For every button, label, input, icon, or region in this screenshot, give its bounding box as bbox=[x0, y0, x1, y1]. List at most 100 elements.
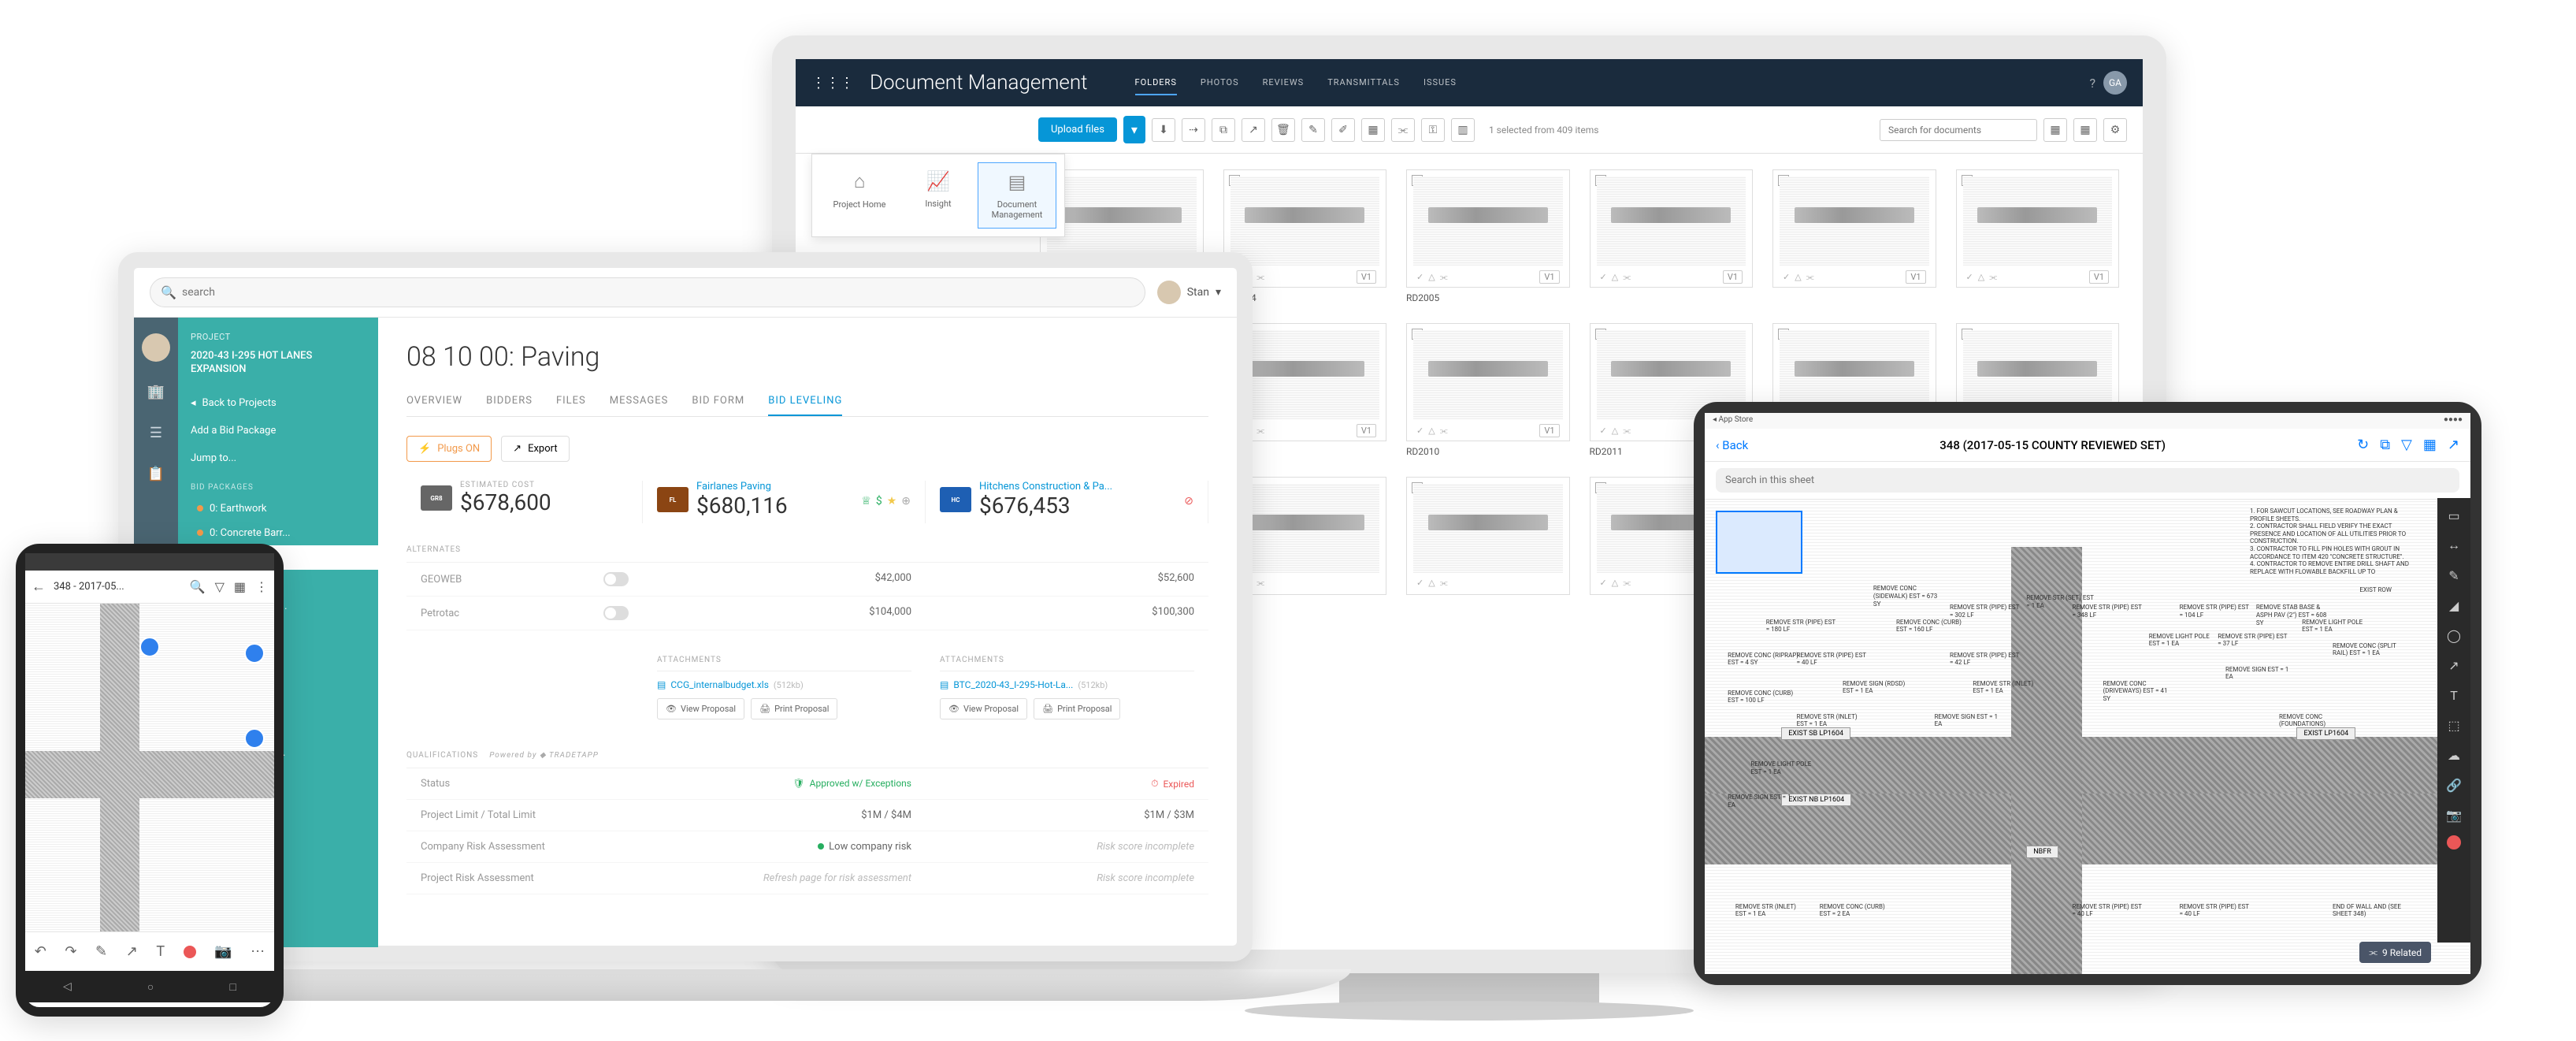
tablet-search-input[interactable] bbox=[1716, 468, 2459, 493]
delete-icon[interactable]: 🗑 bbox=[1271, 118, 1295, 142]
text-icon[interactable]: T bbox=[156, 943, 165, 960]
calendar-icon[interactable]: ▦ bbox=[2043, 118, 2067, 142]
grid-view-icon[interactable]: ▦ bbox=[2073, 118, 2097, 142]
search-icon[interactable]: 🔍 bbox=[190, 579, 206, 594]
document-card[interactable]: ✓△⫘V1RD2010 bbox=[1406, 323, 1570, 457]
select-tool-icon[interactable]: ▭ bbox=[2444, 506, 2463, 525]
text-tool-icon[interactable]: T bbox=[2444, 686, 2463, 705]
settings-icon[interactable]: ⚙ bbox=[2103, 118, 2127, 142]
grid-icon[interactable]: ▦ bbox=[2423, 437, 2437, 453]
layers-icon[interactable]: ▦ bbox=[234, 579, 246, 594]
document-card[interactable]: ✓△⫘V1 bbox=[1590, 169, 1754, 303]
reject-icon[interactable]: ⊘ bbox=[1184, 495, 1193, 507]
bid-package-item[interactable]: 0: Earthwork bbox=[178, 496, 378, 521]
user-avatar[interactable]: GA bbox=[2103, 71, 2127, 95]
bid-search-input[interactable] bbox=[150, 277, 1145, 307]
issue-marker-2[interactable] bbox=[244, 643, 265, 664]
tablet-drawing-canvas[interactable]: 1. FOR SAWCUT LOCATIONS, SEE ROADWAY PLA… bbox=[1705, 500, 2470, 974]
pen-tool-icon[interactable]: ✎ bbox=[2444, 566, 2463, 585]
more-icon[interactable]: ⋮ bbox=[255, 579, 268, 594]
nav-doc-mgmt[interactable]: ▤Document Management bbox=[978, 162, 1056, 229]
measure-tool-icon[interactable]: ↔ bbox=[2444, 536, 2463, 555]
attachment-link-a[interactable]: ▤CCG_internalbudget.xls(512kb) bbox=[657, 679, 911, 690]
dm-tab-transmittals[interactable]: TRANSMITTALS bbox=[1327, 71, 1400, 95]
view-proposal-b[interactable]: 👁View Proposal bbox=[940, 698, 1027, 719]
nav-project-home[interactable]: ⌂Project Home bbox=[820, 162, 899, 229]
layers-icon[interactable]: ⧉ bbox=[2380, 437, 2390, 453]
edit-icon[interactable]: ✎ bbox=[1301, 118, 1325, 142]
cloud-tool-icon[interactable]: ☁ bbox=[2444, 745, 2463, 764]
issue-marker-1[interactable] bbox=[139, 637, 160, 657]
star-icon[interactable]: ★ bbox=[887, 495, 897, 507]
clipboard-icon[interactable]: 📋 bbox=[145, 463, 167, 485]
more-tools-icon[interactable]: ⋯ bbox=[251, 943, 265, 960]
award-icon[interactable]: ♕ bbox=[861, 495, 871, 507]
document-card[interactable]: ✓△⫘V1 bbox=[1956, 169, 2120, 303]
share-icon[interactable]: ↗ bbox=[1242, 118, 1265, 142]
arrow-icon[interactable]: ↗ bbox=[126, 943, 138, 960]
dm-tab-reviews[interactable]: REVIEWS bbox=[1263, 71, 1305, 95]
copy-icon[interactable]: ⧉ bbox=[1212, 118, 1235, 142]
rename-icon[interactable]: ✐ bbox=[1331, 118, 1355, 142]
record-icon[interactable] bbox=[184, 946, 196, 958]
bid-tab-files[interactable]: FILES bbox=[556, 387, 586, 416]
nav-recent[interactable]: □ bbox=[229, 980, 236, 994]
link-tool-icon[interactable]: 🔗 bbox=[2444, 775, 2463, 794]
move-icon[interactable]: ⇢ bbox=[1182, 118, 1205, 142]
plugs-button[interactable]: ⚡Plugs ON bbox=[406, 436, 492, 462]
redo-icon[interactable]: ↷ bbox=[65, 943, 76, 960]
alt-toggle[interactable] bbox=[603, 606, 629, 620]
set-icon[interactable]: ▦ bbox=[1361, 118, 1385, 142]
accept-icon[interactable]: ⊕ bbox=[901, 495, 911, 507]
bid-tab-overview[interactable]: OVERVIEW bbox=[406, 387, 462, 416]
dm-tab-photos[interactable]: PHOTOS bbox=[1201, 71, 1239, 95]
filter-icon[interactable]: ▽ bbox=[215, 579, 225, 594]
phone-back-button[interactable]: ← bbox=[32, 578, 46, 595]
document-card[interactable]: ✓△⫘V1 bbox=[1772, 169, 1936, 303]
share-icon[interactable]: ↗ bbox=[2448, 437, 2459, 453]
minimap-thumbnail[interactable] bbox=[1716, 511, 1802, 574]
dm-tab-issues[interactable]: ISSUES bbox=[1423, 71, 1457, 95]
apps-grid-icon[interactable]: ⋮⋮⋮ bbox=[811, 75, 854, 91]
vendor-b-name[interactable]: Hitchens Construction & Pa... bbox=[979, 481, 1176, 493]
lock-icon[interactable]: ⚿ bbox=[1421, 118, 1445, 142]
dm-tab-folders[interactable]: FOLDERS bbox=[1135, 71, 1177, 95]
phone-drawing-canvas[interactable] bbox=[25, 604, 274, 931]
bid-package-item[interactable]: 0: Concrete Barr... bbox=[178, 521, 378, 545]
building-icon[interactable]: 🏢 bbox=[145, 381, 167, 403]
stamp-tool-icon[interactable]: ⬚ bbox=[2444, 716, 2463, 734]
undo-icon[interactable]: ↶ bbox=[35, 943, 46, 960]
nav-add-package[interactable]: Add a Bid Package bbox=[178, 417, 378, 444]
print-proposal-b[interactable]: 🖨Print Proposal bbox=[1034, 698, 1120, 719]
document-card[interactable]: ✓△⫘V1RD2005 bbox=[1406, 169, 1570, 303]
user-menu[interactable]: Stan ▾ bbox=[1157, 281, 1221, 304]
upload-dropdown[interactable]: ▾ bbox=[1123, 116, 1145, 143]
record-tool-icon[interactable] bbox=[2447, 835, 2461, 850]
camera-tool-icon[interactable]: 📷 bbox=[2444, 805, 2463, 824]
shape-tool-icon[interactable]: ◯ bbox=[2444, 626, 2463, 645]
arrow-tool-icon[interactable]: ↗ bbox=[2444, 656, 2463, 675]
alt-toggle[interactable] bbox=[603, 572, 629, 586]
bid-tab-bid-form[interactable]: BID FORM bbox=[692, 387, 744, 416]
dollar-icon[interactable]: $ bbox=[876, 495, 882, 507]
attachment-link-b[interactable]: ▤BTC_2020-43_I-295-Hot-La...(512kb) bbox=[940, 679, 1194, 690]
nav-back[interactable]: ◁ bbox=[63, 980, 72, 993]
issue-marker-3[interactable] bbox=[244, 728, 265, 749]
print-proposal-a[interactable]: 🖨Print Proposal bbox=[751, 698, 837, 719]
bid-tab-messages[interactable]: MESSAGES bbox=[610, 387, 669, 416]
status-back-app[interactable]: ◂ App Store bbox=[1713, 415, 1753, 426]
more-icon[interactable]: ▥ bbox=[1451, 118, 1475, 142]
list-icon[interactable]: ☰ bbox=[145, 422, 167, 444]
download-icon[interactable]: ⬇ bbox=[1152, 118, 1175, 142]
bid-tab-bid-leveling[interactable]: BID LEVELING bbox=[768, 387, 842, 416]
vendor-a-name[interactable]: Fairlanes Paving bbox=[696, 481, 853, 493]
help-icon[interactable]: ? bbox=[2089, 76, 2095, 91]
pen-icon[interactable]: ✎ bbox=[95, 943, 107, 960]
document-card[interactable]: ✓△⫘ bbox=[1406, 477, 1570, 595]
sidebar-avatar[interactable] bbox=[142, 333, 170, 362]
highlight-tool-icon[interactable]: ◢ bbox=[2444, 596, 2463, 615]
export-button[interactable]: ↗Export bbox=[501, 436, 569, 462]
sync-icon[interactable]: ↻ bbox=[2357, 437, 2369, 453]
nav-insight[interactable]: 📈Insight bbox=[899, 162, 978, 229]
upload-button[interactable]: Upload files bbox=[1038, 117, 1117, 142]
